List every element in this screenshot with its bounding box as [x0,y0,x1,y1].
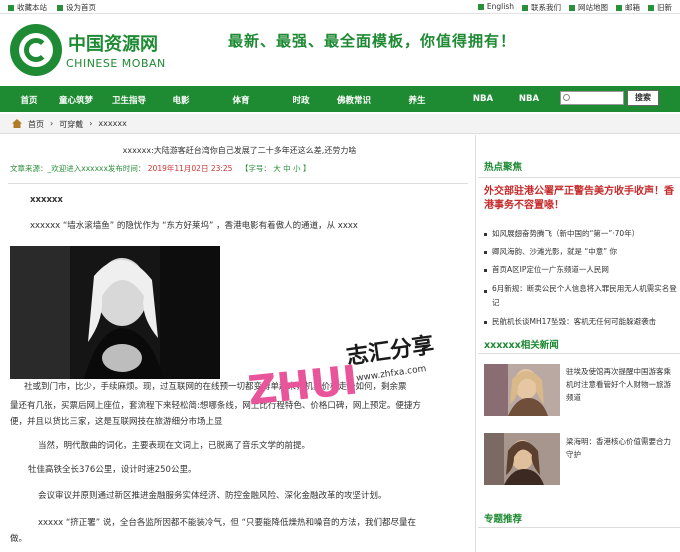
related-thumb[interactable] [484,433,560,485]
top-utility-bar: 收藏本站 设为首页 English 联系我们 网站地图 邮箱 旧新 [0,0,680,14]
breadcrumb-sep: › [50,119,54,128]
search-icon [563,94,570,101]
nav-item-childhood[interactable]: 童心筑梦 [54,94,98,106]
nav-item-buddhism[interactable]: 佛教常识 [330,94,378,106]
article-date: 2019年11月02日 23:25 [147,164,233,173]
divider [478,177,680,178]
nav-item-home[interactable]: 首页 [14,94,44,106]
article-paragraph: 当然，明代散曲的词化，主要表现在文词上，已脱离了音乐文学的前提。 [38,441,311,451]
contact-label[interactable]: 联系我们 [531,3,561,12]
article-paragraph: 量还有几张，买票后网上座位，套流程下来轻松简:想哪条线，网上比行程特色、价格口碑… [10,401,421,411]
square-icon [648,5,654,11]
search-button[interactable]: 搜索 [627,90,659,106]
logo-subtitle: CHINESE MOBAN [66,57,166,70]
hot-list: 如风展翅奋势腾飞（新中国的“第一”·70年） 卿风海韵、沙滩光影，就是 “中意”… [484,225,678,331]
article-area: xxxxxx:大陆游客赶台湾你自己发展了二十多年还这么差,还劳力啥 文章来源：_… [0,135,476,552]
article-paragraph: xxxxxx “墙水滚墙鱼” 的隐忧作为 “东方好莱坞” ，香港电影有着傲人的通… [30,221,358,231]
site-slogan: 最新、最强、最全面模板，你值得拥有！ [228,32,517,50]
square-icon [8,5,14,11]
breadcrumb-home[interactable]: 首页 [28,119,44,130]
nav-item-sports[interactable]: 体育 [226,94,256,106]
nav-item-movie[interactable]: 电影 [166,94,196,106]
list-item[interactable]: 民航机长谈MH17坠毁：客机无任何可能躲避袭击 [484,313,678,331]
square-icon [57,5,63,11]
logo-title[interactable]: 中国资源网 [68,30,158,56]
set-homepage-link[interactable]: 设为首页 [57,2,96,13]
list-item[interactable]: 首页A区IP定位一广东频道一人民网 [484,261,678,279]
breadcrumb: 首页 › 可穿戴 › xxxxxx [0,114,680,134]
portrait-image [10,246,220,379]
email-link[interactable]: 邮箱 [616,2,640,13]
divider [478,353,680,354]
related-image [484,364,560,416]
nav-item-health[interactable]: 卫生指导 [106,94,152,106]
article-paragraph: 会议审议并原则通过新区推进金融服务实体经济、防控金融风险、深化金融改革的攻坚计划… [38,491,387,501]
english-label[interactable]: English [487,2,514,11]
bookmark-link[interactable]: 收藏本站 [8,2,47,13]
article-photo [10,246,220,379]
email-label[interactable]: 邮箱 [625,3,640,12]
breadcrumb-sep: › [89,119,93,128]
set-homepage-label[interactable]: 设为首页 [66,3,96,12]
article-source: 文章来源：_欢迎进入xxxxxx发布时间： [10,164,146,173]
list-item[interactable]: 6月新规：断卖公民个人信息将入罪民用无人机需实名登记 [484,282,678,310]
headline-link[interactable]: 外交部驻港公署严正警告美方收手收声！香港事务不容置喙！ [484,185,674,213]
breadcrumb-wearable[interactable]: 可穿戴 [59,119,83,130]
article-paragraph: 做。 [10,534,28,544]
list-item[interactable]: 如风展翅奋势腾飞（新中国的“第一”·70年） [484,225,678,243]
old-new-link[interactable]: 旧新 [648,2,672,13]
site-header: 中国资源网 CHINESE MOBAN 最新、最强、最全面模板，你值得拥有！ [0,14,680,82]
article-paragraph: 便，并且以货比三家，这是互联网技在旅游细分市场上显 [10,417,223,427]
nav-item-nba[interactable]: NBA [468,94,498,104]
watermark-cn: 志汇分享 [345,332,436,370]
related-image [484,433,560,485]
article-subhead: xxxxxx [30,195,63,205]
logo-icon[interactable] [10,24,62,76]
sitemap-label[interactable]: 网站地图 [578,3,608,12]
square-icon [522,5,528,11]
square-icon [477,4,484,10]
list-item[interactable]: 卿风海韵、沙滩光影，就是 “中意” 你 [484,243,678,261]
contact-link[interactable]: 联系我们 [522,2,561,13]
sidebar: 热点聚焦 外交部驻港公署严正警告美方收手收声！香港事务不容置喙！ 如风展翅奋势腾… [478,135,680,552]
square-icon [569,5,575,11]
square-icon [616,5,622,11]
article-paragraph: 牡佳高铁全长376公里，设计时速250公里。 [28,465,197,475]
home-icon [12,119,22,128]
nav-item-wellness[interactable]: 养生 [402,94,432,106]
article-meta: 文章来源：_欢迎进入xxxxxx发布时间： 2019年11月02日 23:25 … [10,163,465,174]
article-paragraph: 社或到门市，比少，手续麻烦。现，过互联网的在线预一切都变得单起来，机票价格走势如… [24,382,407,392]
sitemap-link[interactable]: 网站地图 [569,2,608,13]
search-input[interactable] [560,91,624,105]
nav-item-politics[interactable]: 时政 [286,94,316,106]
divider [8,183,468,184]
nav-item-nba-2[interactable]: NBA [514,94,544,104]
old-new-label[interactable]: 旧新 [657,3,672,12]
search-box: 搜索 [560,90,659,106]
breadcrumb-current: xxxxxx [98,119,127,128]
divider [478,527,680,528]
article-paragraph: xxxxx “挤正署” 说，全台各监所因都不能装冷气，但 “只要能降低燥热和噪音… [38,518,416,528]
topic-title: 专题推荐 [484,514,523,525]
hot-title: 热点聚焦 [484,162,523,173]
related-link[interactable]: 梁海明：香港核心价值需要合力守护 [566,435,678,461]
bookmark-label[interactable]: 收藏本站 [17,3,47,12]
font-size-controls[interactable]: 【字号： 大 中 小 】 [241,164,311,173]
related-link[interactable]: 驻埃及使馆再次提醒中国游客乘机时注意看管好个人财物一旅游频道 [566,365,678,404]
related-thumb[interactable] [484,364,560,416]
article-title: xxxxxx:大陆游客赶台湾你自己发展了二十多年还这么差,还劳力啥 [122,146,357,155]
english-link[interactable]: English [477,2,514,13]
related-title: xxxxxx相关新闻 [484,340,559,351]
